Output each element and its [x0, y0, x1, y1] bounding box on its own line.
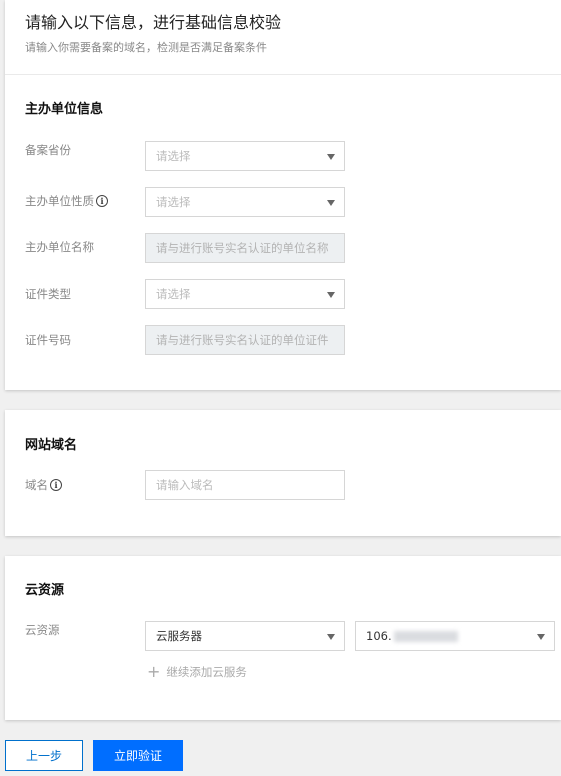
province-label: 备案省份 [25, 142, 71, 158]
caret-down-icon [537, 634, 545, 640]
prev-step-button[interactable]: 上一步 [5, 740, 83, 771]
plus-icon: + [147, 662, 161, 681]
province-label-text: 备案省份 [25, 143, 71, 157]
nature-select[interactable]: 请选择 [145, 187, 345, 217]
cloud-ip-prefix: 106. [366, 629, 392, 643]
page-subtitle: 请输入你需要备案的域名，检测是否满足备案条件 [25, 41, 267, 54]
add-cloud-service-label: 继续添加云服务 [166, 665, 247, 679]
domain-label: 域名 i [25, 477, 62, 493]
province-placeholder: 请选择 [156, 149, 191, 163]
cert-no-input: 请与进行账号实名认证的单位证件 [145, 325, 345, 355]
cloud-type-select[interactable]: 云服务器 [145, 621, 345, 651]
cert-no-label-text: 证件号码 [25, 333, 71, 347]
section-title-sponsor: 主办单位信息 [25, 102, 104, 117]
cloud-instance-select[interactable]: 106. [355, 621, 555, 651]
domain-label-text: 域名 [25, 478, 48, 492]
cloud-resource-card: 云资源 云资源 云服务器 106. + 继续添加云服务 [5, 556, 561, 720]
cert-no-placeholder: 请与进行账号实名认证的单位证件 [156, 333, 329, 347]
verify-now-button[interactable]: 立即验证 [93, 740, 183, 771]
add-cloud-service-link[interactable]: + 继续添加云服务 [147, 664, 247, 680]
website-domain-card: 网站域名 域名 i 请输入域名 [5, 410, 561, 536]
info-circle-icon[interactable]: i [96, 195, 108, 207]
cert-type-select[interactable]: 请选择 [145, 279, 345, 309]
nature-placeholder: 请选择 [156, 195, 191, 209]
cert-type-placeholder: 请选择 [156, 287, 191, 301]
cert-no-label: 证件号码 [25, 332, 71, 348]
sponsor-name-input: 请与进行账号实名认证的单位名称 [145, 233, 345, 263]
cloud-type-value: 云服务器 [156, 629, 202, 643]
caret-down-icon [327, 634, 335, 640]
sponsor-name-placeholder: 请与进行账号实名认证的单位名称 [156, 241, 329, 255]
info-circle-icon[interactable]: i [50, 479, 62, 491]
blurred-ip-text [393, 630, 458, 642]
sponsor-info-card: 请输入以下信息，进行基础信息校验 请输入你需要备案的域名，检测是否满足备案条件 … [5, 0, 561, 390]
caret-down-icon [327, 200, 335, 206]
caret-down-icon [327, 292, 335, 298]
domain-placeholder: 请输入域名 [156, 478, 214, 492]
caret-down-icon [327, 154, 335, 160]
nature-label: 主办单位性质 i [25, 193, 108, 209]
cert-type-label-text: 证件类型 [25, 287, 71, 301]
sponsor-name-label: 主办单位名称 [25, 239, 94, 255]
cert-type-label: 证件类型 [25, 286, 71, 302]
nature-label-text: 主办单位性质 [25, 194, 94, 208]
header-divider [5, 74, 561, 75]
cloud-resource-label-text: 云资源 [25, 623, 60, 637]
domain-input[interactable]: 请输入域名 [145, 470, 345, 500]
section-title-cloud: 云资源 [25, 583, 65, 598]
cloud-resource-label: 云资源 [25, 622, 60, 638]
province-select[interactable]: 请选择 [145, 141, 345, 171]
sponsor-name-label-text: 主办单位名称 [25, 240, 94, 254]
page-title: 请输入以下信息，进行基础信息校验 [25, 13, 282, 32]
section-title-website: 网站域名 [25, 438, 78, 453]
